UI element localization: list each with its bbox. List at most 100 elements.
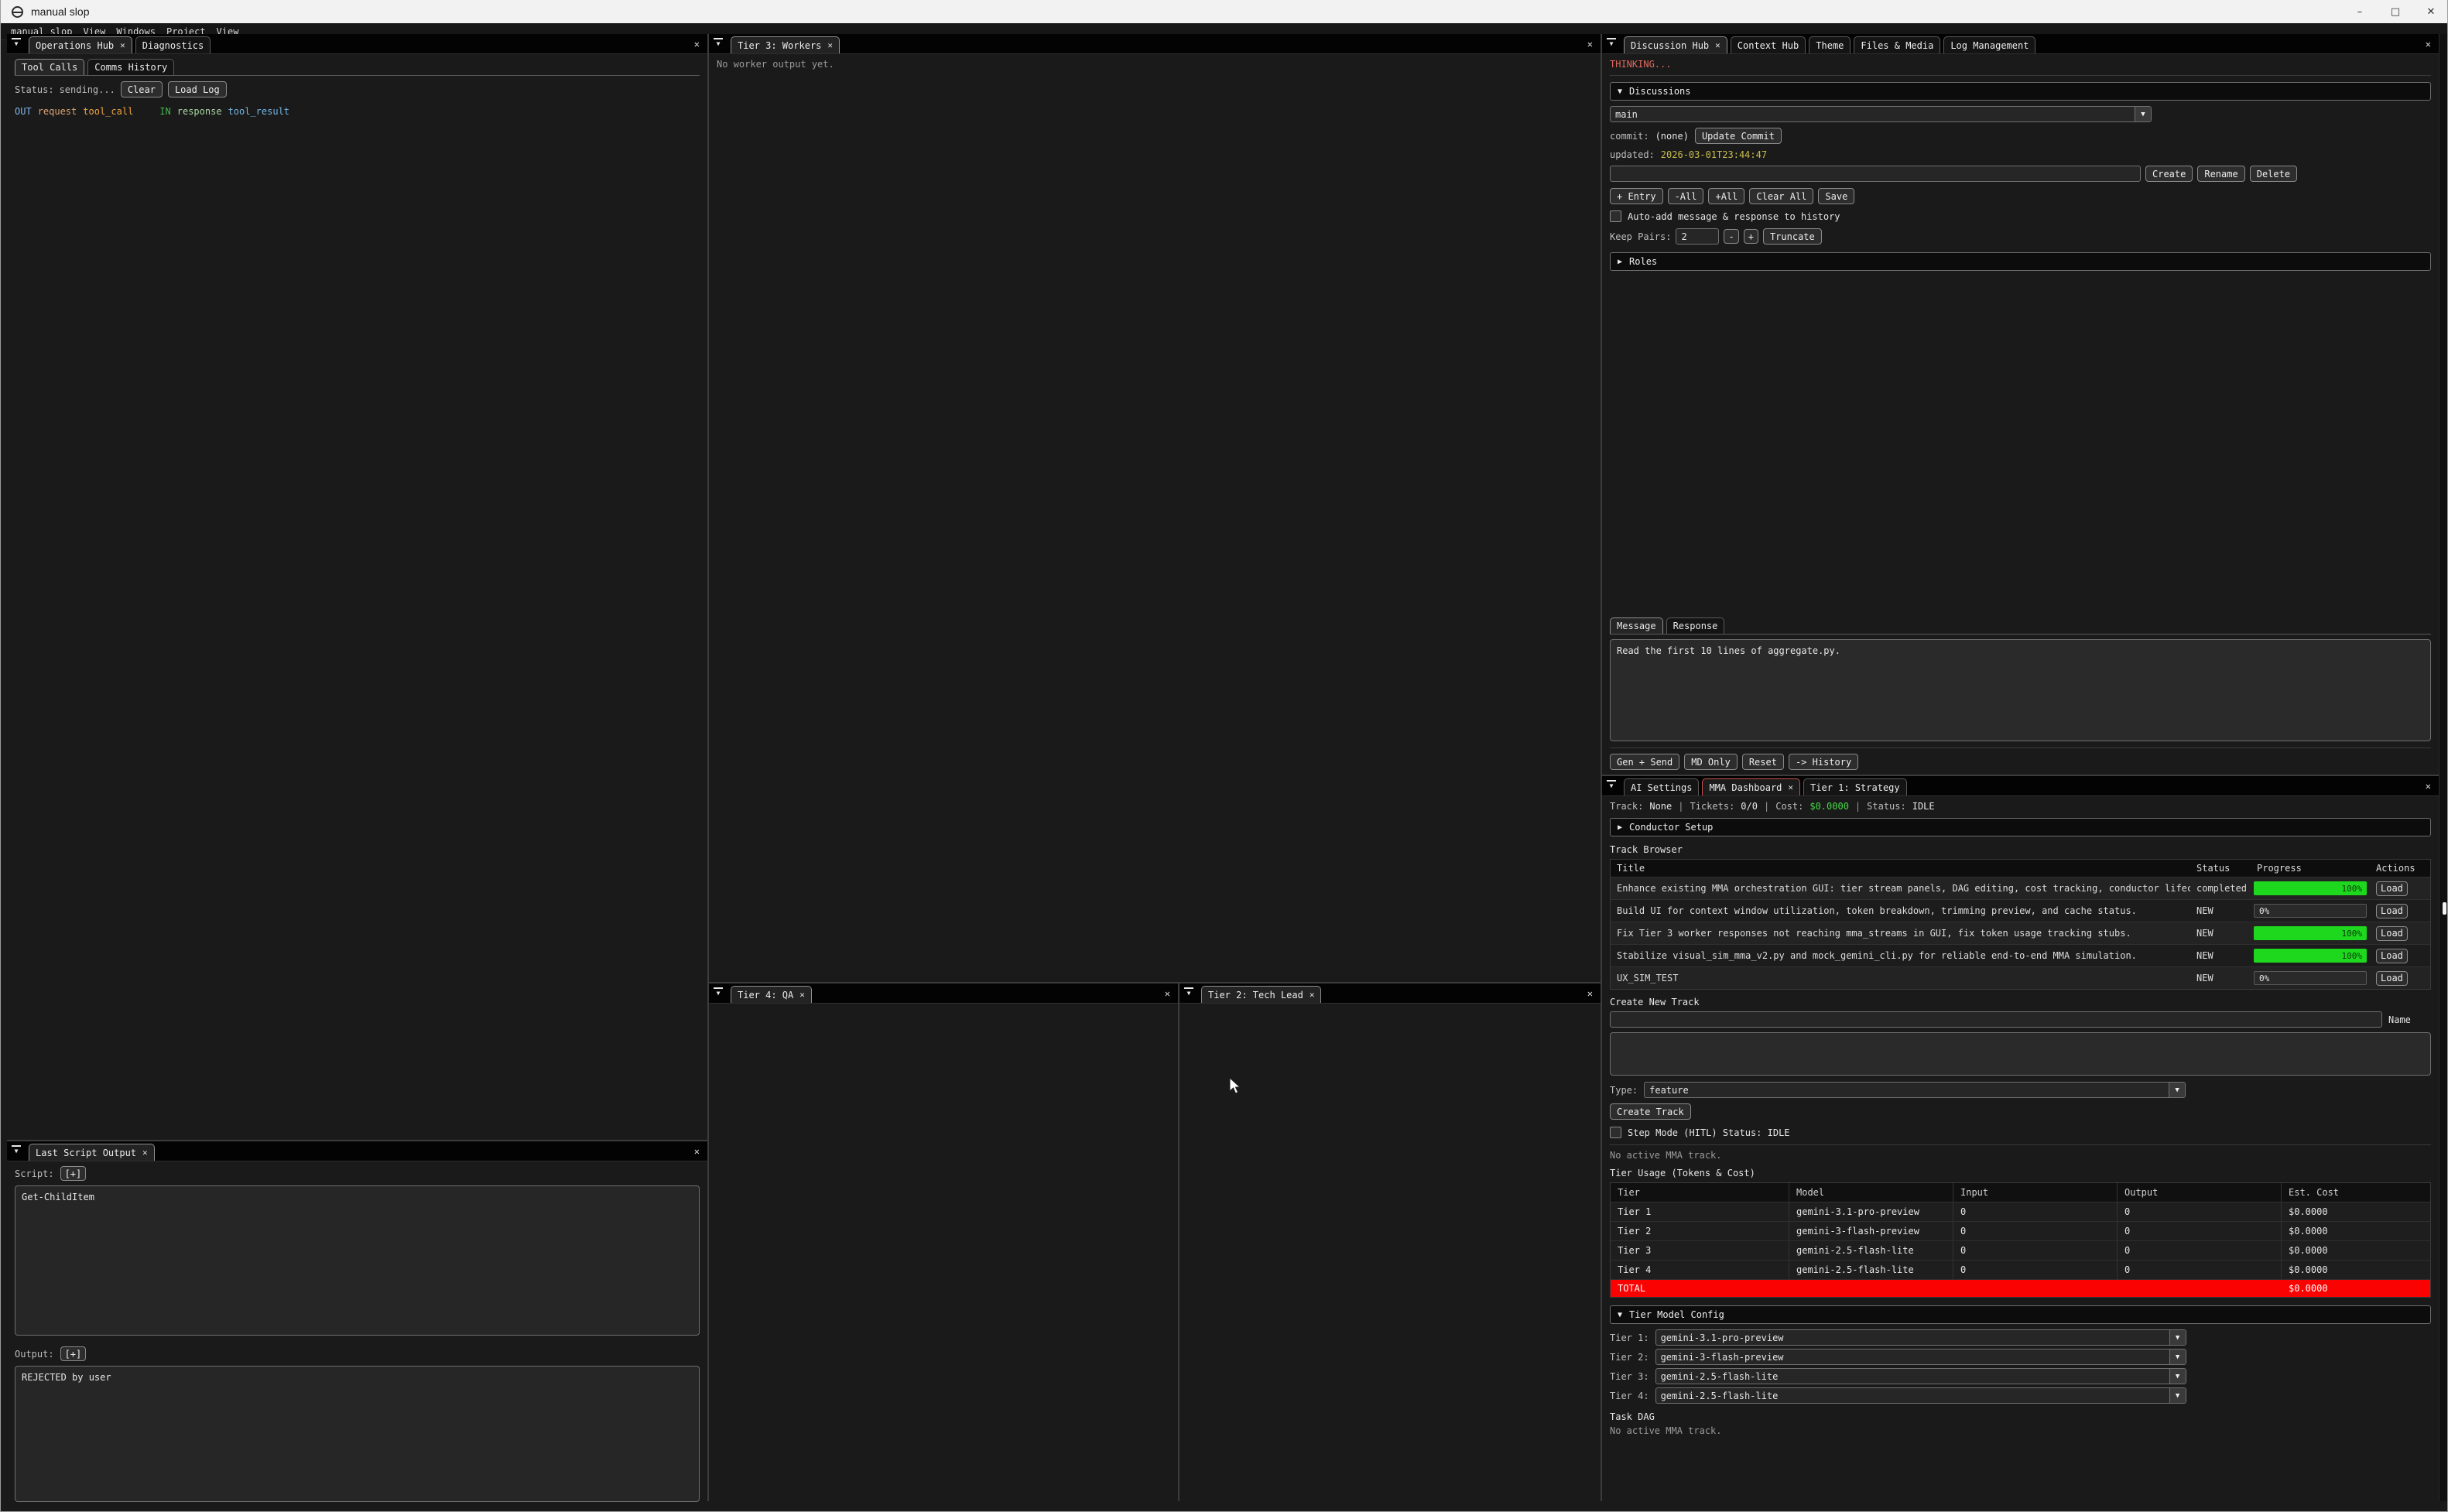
to-history-button[interactable]: -> History xyxy=(1789,754,1858,770)
close-icon[interactable]: ✕ xyxy=(1310,990,1315,1000)
expand-all-button[interactable]: +All xyxy=(1708,188,1744,204)
track-name-input[interactable] xyxy=(1610,1011,2382,1028)
truncate-button[interactable]: Truncate xyxy=(1763,228,1822,245)
conductor-setup-header[interactable]: ▶ Conductor Setup xyxy=(1610,818,2431,836)
tier4-model-select[interactable]: gemini-2.5-flash-lite ▼ xyxy=(1655,1387,2186,1404)
tab-tier1-strategy[interactable]: Tier 1: Strategy xyxy=(1803,778,1907,795)
track-type-select[interactable]: feature ▼ xyxy=(1644,1082,2186,1098)
chevron-down-icon: ▼ xyxy=(2135,107,2151,121)
load-track-button[interactable]: Load xyxy=(2376,949,2408,963)
tab-discussion-hub[interactable]: Discussion Hub ✕ xyxy=(1624,36,1727,53)
panel-close-icon[interactable]: ✕ xyxy=(694,39,700,50)
tab-diagnostics[interactable]: Diagnostics xyxy=(135,36,211,53)
panel-close-icon[interactable]: ✕ xyxy=(2426,781,2431,792)
create-track-button[interactable]: Create Track xyxy=(1610,1103,1691,1120)
md-only-button[interactable]: MD Only xyxy=(1684,754,1738,770)
script-expand-button[interactable]: [+] xyxy=(60,1166,87,1181)
roles-section-header[interactable]: ▶ Roles xyxy=(1610,252,2431,271)
table-row: Stabilize visual_sim_mma_v2.py and mock_… xyxy=(1611,944,2430,966)
panel-close-icon[interactable]: ✕ xyxy=(2426,39,2431,50)
close-button[interactable]: ✕ xyxy=(2413,0,2448,23)
close-icon[interactable]: ✕ xyxy=(120,40,125,50)
rename-discussion-button[interactable]: Rename xyxy=(2197,166,2244,182)
tab-tier4-qa[interactable]: Tier 4: QA ✕ xyxy=(731,986,812,1003)
panel-menu-icon[interactable]: ▼ xyxy=(1605,38,1618,50)
reset-button[interactable]: Reset xyxy=(1742,754,1784,770)
legend-tool-result: tool_result xyxy=(228,106,289,117)
discussion-name-input[interactable] xyxy=(1610,166,2141,182)
total-row: TOTAL $0.0000 xyxy=(1611,1279,2430,1297)
panel-menu-icon[interactable]: ▼ xyxy=(1605,780,1618,792)
keep-pairs-label: Keep Pairs: xyxy=(1610,231,1671,242)
collapse-all-button[interactable]: -All xyxy=(1668,188,1704,204)
keep-pairs-input[interactable]: 2 xyxy=(1676,228,1719,245)
delete-discussion-button[interactable]: Delete xyxy=(2250,166,2297,182)
keep-pairs-minus-button[interactable]: - xyxy=(1724,229,1738,244)
close-icon[interactable]: ✕ xyxy=(1715,40,1720,50)
scrollbar-thumb[interactable] xyxy=(2443,902,2446,915)
close-icon[interactable]: ✕ xyxy=(142,1148,148,1158)
panel-menu-icon[interactable]: ▼ xyxy=(712,38,724,50)
output-text-area[interactable]: REJECTED by user xyxy=(15,1366,700,1502)
subtab-tool-calls[interactable]: Tool Calls xyxy=(15,59,84,75)
tier1-model-select[interactable]: gemini-3.1-pro-preview ▼ xyxy=(1655,1329,2186,1346)
close-icon[interactable]: ✕ xyxy=(799,990,805,1000)
panel-close-icon[interactable]: ✕ xyxy=(1165,988,1170,999)
discussions-section-header[interactable]: ▼ Discussions xyxy=(1610,82,2431,101)
maximize-button[interactable]: □ xyxy=(2378,0,2413,23)
subtab-message[interactable]: Message xyxy=(1610,617,1663,634)
tab-ai-settings[interactable]: AI Settings xyxy=(1624,778,1699,795)
clear-all-button[interactable]: Clear All xyxy=(1749,188,1813,204)
panel-menu-icon[interactable]: ▼ xyxy=(1183,987,1195,999)
load-track-button[interactable]: Load xyxy=(2376,971,2408,986)
load-track-button[interactable]: Load xyxy=(2376,881,2408,896)
message-textarea[interactable]: Read the first 10 lines of aggregate.py. xyxy=(1610,639,2431,741)
clear-button[interactable]: Clear xyxy=(121,81,163,97)
tab-files-media[interactable]: Files & Media xyxy=(1854,36,1940,53)
tab-log-management[interactable]: Log Management xyxy=(1943,36,2035,53)
load-track-button[interactable]: Load xyxy=(2376,904,2408,918)
tab-last-script-output[interactable]: Last Script Output ✕ xyxy=(29,1144,155,1161)
tier2-model-select[interactable]: gemini-3-flash-preview ▼ xyxy=(1655,1349,2186,1365)
tab-theme[interactable]: Theme xyxy=(1809,36,1851,53)
legend-response: response xyxy=(177,106,222,117)
autoadd-checkbox[interactable] xyxy=(1610,210,1621,222)
create-discussion-button[interactable]: Create xyxy=(2145,166,2193,182)
output-label: Output: xyxy=(15,1349,54,1360)
tab-tier2-tech-lead[interactable]: Tier 2: Tech Lead ✕ xyxy=(1201,986,1321,1003)
table-row: Tier 4 gemini-2.5-flash-lite 0 0 $0.0000 xyxy=(1611,1260,2430,1279)
status-badge: NEW xyxy=(2190,905,2251,916)
panel-menu-icon[interactable]: ▼ xyxy=(10,1145,22,1157)
tier-model-config-header[interactable]: ▼ Tier Model Config xyxy=(1610,1305,2431,1324)
script-text-area[interactable]: Get-ChildItem xyxy=(15,1185,700,1336)
load-track-button[interactable]: Load xyxy=(2376,926,2408,941)
close-icon[interactable]: ✕ xyxy=(1788,782,1793,792)
tab-context-hub[interactable]: Context Hub xyxy=(1731,36,1806,53)
tab-mma-dashboard[interactable]: MMA Dashboard ✕ xyxy=(1702,778,1800,795)
scrollbar[interactable] xyxy=(2439,34,2448,1501)
keep-pairs-plus-button[interactable]: + xyxy=(1744,229,1758,244)
tab-operations-hub[interactable]: Operations Hub ✕ xyxy=(29,36,132,53)
tab-tier3-workers[interactable]: Tier 3: Workers ✕ xyxy=(731,36,840,53)
subtab-response[interactable]: Response xyxy=(1666,617,1725,634)
gen-send-button[interactable]: Gen + Send xyxy=(1610,754,1679,770)
subtab-comms-history[interactable]: Comms History xyxy=(87,59,174,75)
panel-close-icon[interactable]: ✕ xyxy=(1587,988,1593,999)
track-value: None xyxy=(1649,801,1672,812)
panel-close-icon[interactable]: ✕ xyxy=(694,1146,700,1157)
add-entry-button[interactable]: + Entry xyxy=(1610,188,1663,204)
step-mode-checkbox[interactable] xyxy=(1610,1127,1621,1138)
output-expand-button[interactable]: [+] xyxy=(60,1346,87,1361)
save-button[interactable]: Save xyxy=(1818,188,1854,204)
step-mode-label: Step Mode (HITL) Status: IDLE xyxy=(1628,1127,1790,1138)
discussion-select[interactable]: main ▼ xyxy=(1610,106,2152,122)
track-description-textarea[interactable] xyxy=(1610,1032,2431,1076)
minimize-button[interactable]: – xyxy=(2342,0,2378,23)
panel-menu-icon[interactable]: ▼ xyxy=(712,987,724,999)
update-commit-button[interactable]: Update Commit xyxy=(1695,128,1782,144)
load-log-button[interactable]: Load Log xyxy=(168,81,227,97)
panel-close-icon[interactable]: ✕ xyxy=(1587,39,1593,50)
panel-menu-icon[interactable]: ▼ xyxy=(10,38,22,50)
tier3-model-select[interactable]: gemini-2.5-flash-lite ▼ xyxy=(1655,1368,2186,1384)
close-icon[interactable]: ✕ xyxy=(827,40,833,50)
